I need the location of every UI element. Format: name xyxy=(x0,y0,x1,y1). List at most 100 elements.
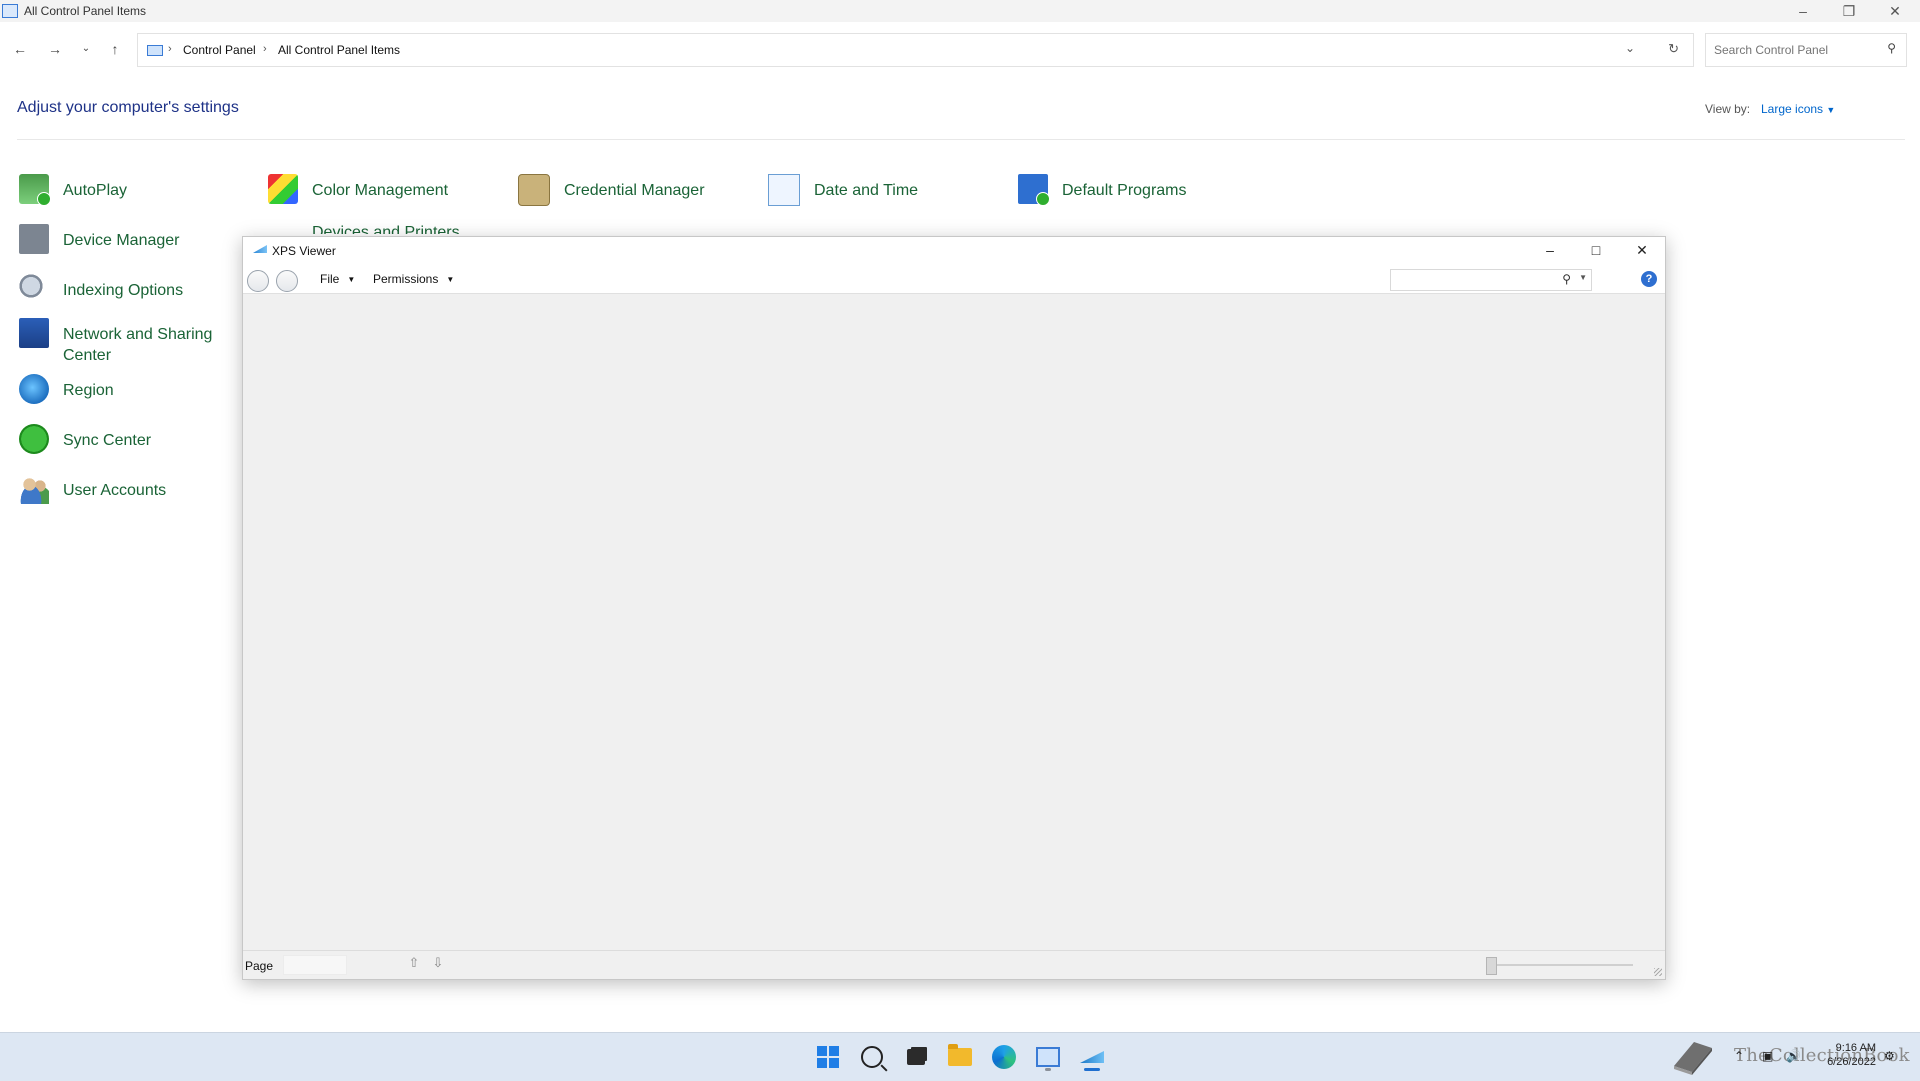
cp-item-credential-manager[interactable]: Credential Manager xyxy=(518,174,764,214)
active-indicator xyxy=(1084,1068,1100,1071)
search-icon[interactable]: ⚲ xyxy=(1887,41,1896,55)
cp-item-color-management[interactable]: Color Management xyxy=(268,174,512,214)
book-logo-icon xyxy=(1674,1042,1712,1075)
cp-item-sync-center[interactable]: Sync Center xyxy=(19,424,223,464)
edge-icon xyxy=(992,1045,1016,1069)
show-hidden-icons-icon[interactable]: ⌃ xyxy=(1734,1049,1744,1063)
cp-item-label: Device Manager xyxy=(63,232,180,249)
chevron-right-icon: › xyxy=(168,43,172,55)
cp-item-device-manager[interactable]: Device Manager xyxy=(19,224,223,264)
refresh-icon[interactable]: ↻ xyxy=(1668,41,1679,57)
caret-down-icon: ▼ xyxy=(1826,105,1836,115)
back-button[interactable]: ← xyxy=(9,38,31,60)
xps-viewer-icon xyxy=(1080,1051,1104,1063)
start-button[interactable] xyxy=(812,1041,844,1073)
region-icon xyxy=(19,374,49,404)
file-menu-label: File xyxy=(320,272,340,286)
cp-item-region[interactable]: Region xyxy=(19,374,223,414)
color-management-icon xyxy=(268,174,298,204)
document-area[interactable] xyxy=(243,294,1665,948)
forward-nav-icon[interactable] xyxy=(276,270,298,292)
cp-item-label: Region xyxy=(63,382,114,399)
system-clock[interactable]: 9:16 AM 6/26/2022 xyxy=(1820,1041,1876,1069)
cp-item-devices-printers-partial[interactable]: Devices and Printers xyxy=(312,224,460,234)
control-panel-icon xyxy=(1036,1047,1060,1067)
chevron-right-icon: › xyxy=(263,43,267,55)
default-programs-icon xyxy=(1018,174,1050,206)
cp-item-label: User Accounts xyxy=(63,482,167,499)
cp-item-autoplay[interactable]: AutoPlay xyxy=(19,174,223,214)
cp-item-date-time[interactable]: Date and Time xyxy=(768,174,1014,214)
search-input[interactable] xyxy=(1712,40,1876,60)
network-icon xyxy=(19,318,49,348)
cp-item-network-sharing[interactable]: Network and Sharing Center xyxy=(19,318,223,368)
cp-item-label: AutoPlay xyxy=(63,182,128,199)
cp-item-label: Indexing Options xyxy=(63,282,184,299)
control-panel-small-icon xyxy=(147,45,163,56)
caret-down-icon: ▼ xyxy=(446,275,455,285)
page-number-input[interactable] xyxy=(283,955,347,975)
next-page-icon[interactable]: ⇩ xyxy=(430,955,446,973)
close-button[interactable]: ✕ xyxy=(1872,0,1918,22)
xps-search-box[interactable]: ⚲ ▼ xyxy=(1390,269,1592,291)
xps-viewer-taskbar-button[interactable] xyxy=(1076,1041,1108,1073)
up-button[interactable]: ↑ xyxy=(104,38,126,60)
clock-date: 6/26/2022 xyxy=(1827,1056,1876,1068)
cp-item-default-programs[interactable]: Default Programs xyxy=(1018,174,1262,214)
cp-item-label: Default Programs xyxy=(1062,182,1187,199)
forward-button[interactable]: → xyxy=(44,38,66,60)
address-bar[interactable]: › Control Panel › All Control Panel Item… xyxy=(137,33,1694,67)
search-box[interactable]: ⚲ xyxy=(1705,33,1907,67)
control-panel-app-icon xyxy=(2,4,18,18)
zoom-slider-thumb[interactable] xyxy=(1486,957,1497,975)
xps-minimize-button[interactable]: – xyxy=(1527,237,1573,263)
cp-item-label: Credential Manager xyxy=(564,182,705,199)
volume-icon[interactable]: 🔊 xyxy=(1786,1049,1801,1063)
date-time-icon xyxy=(768,174,800,206)
cp-item-label: Date and Time xyxy=(814,182,919,199)
page-label: Page xyxy=(245,959,274,973)
zoom-slider-track[interactable] xyxy=(1493,964,1633,966)
user-accounts-icon xyxy=(19,474,49,504)
sync-icon xyxy=(19,424,49,454)
notifications-icon[interactable]: ⚙ xyxy=(1884,1049,1895,1063)
search-icon[interactable]: ⚲ xyxy=(1562,272,1571,286)
xps-close-button[interactable]: ✕ xyxy=(1619,237,1665,263)
edge-button[interactable] xyxy=(988,1041,1020,1073)
file-menu[interactable]: File ▼ xyxy=(320,272,355,286)
chevron-down-icon[interactable]: ⌄ xyxy=(1625,41,1635,55)
control-panel-taskbar-button[interactable] xyxy=(1032,1041,1064,1073)
xps-status-bar: Page ⇧ ⇩ xyxy=(243,950,1665,979)
task-view-icon xyxy=(907,1049,925,1065)
xps-maximize-button[interactable]: □ xyxy=(1573,237,1619,263)
breadcrumb-control-panel[interactable]: Control Panel xyxy=(183,43,256,57)
chevron-down-icon[interactable]: ▼ xyxy=(1579,273,1587,282)
previous-page-icon[interactable]: ⇧ xyxy=(406,955,422,973)
file-explorer-button[interactable] xyxy=(944,1041,976,1073)
xps-titlebar: XPS Viewer – □ ✕ xyxy=(243,237,1665,263)
indexing-options-icon xyxy=(19,274,49,304)
cp-item-label: Network and Sharing Center xyxy=(63,326,213,364)
cp-item-label: Sync Center xyxy=(63,432,152,449)
back-nav-icon[interactable] xyxy=(247,270,269,292)
start-icon xyxy=(817,1046,839,1068)
control-panel-titlebar: All Control Panel Items – ❐ ✕ xyxy=(0,0,1920,22)
help-icon[interactable]: ? xyxy=(1641,271,1657,287)
permissions-menu-label: Permissions xyxy=(373,272,439,286)
cp-item-indexing-options[interactable]: Indexing Options xyxy=(19,274,223,314)
taskbar-search-button[interactable] xyxy=(856,1041,888,1073)
breadcrumb-all-items[interactable]: All Control Panel Items xyxy=(278,43,400,57)
task-view-button[interactable] xyxy=(900,1041,932,1073)
permissions-menu[interactable]: Permissions ▼ xyxy=(373,272,454,286)
cp-item-user-accounts[interactable]: User Accounts xyxy=(19,474,223,514)
restore-button[interactable]: ❐ xyxy=(1826,0,1872,22)
minimize-button[interactable]: – xyxy=(1780,0,1826,22)
page-title: Adjust your computer's settings xyxy=(17,99,239,116)
network-tray-icon[interactable]: ▣ xyxy=(1762,1049,1773,1063)
recent-locations-button[interactable]: ⌄ xyxy=(75,38,97,60)
view-by-label: View by: xyxy=(1705,102,1751,116)
running-indicator xyxy=(1045,1068,1051,1071)
resize-grip-icon[interactable] xyxy=(1654,968,1662,976)
xps-toolbar: File ▼ Permissions ▼ ⚲ ▼ ? xyxy=(243,263,1665,294)
view-by-dropdown[interactable]: Large icons ▼ xyxy=(1761,102,1835,116)
